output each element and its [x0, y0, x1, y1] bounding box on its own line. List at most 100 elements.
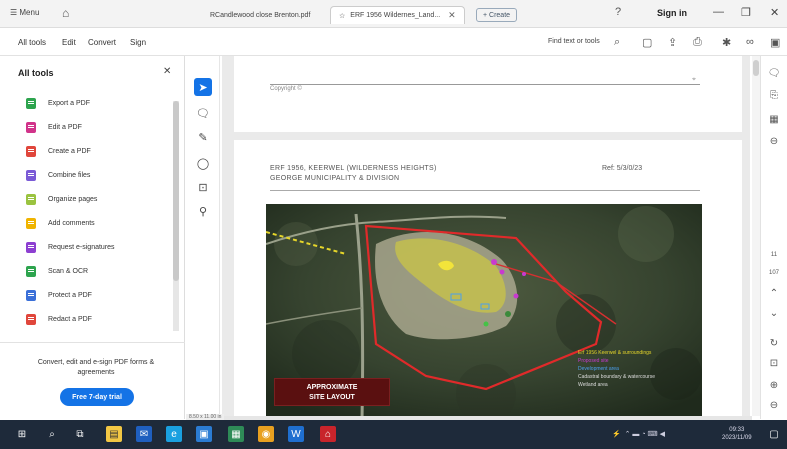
- promo-text: Convert, edit and e-sign PDF forms & agr…: [37, 359, 155, 376]
- star-icon[interactable]: ☆: [339, 12, 345, 20]
- scroll-thumb[interactable]: [753, 60, 759, 76]
- site-layout-label: APPROXIMATE SITE LAYOUT: [274, 378, 390, 406]
- page-view-icon[interactable]: ▢: [642, 36, 652, 49]
- minimize-icon[interactable]: —: [713, 6, 724, 18]
- share-icon[interactable]: ⇪: [668, 36, 677, 49]
- menu-all-tools[interactable]: All tools: [18, 38, 46, 47]
- find-text-button[interactable]: Find text or tools: [548, 38, 600, 45]
- windows-start-icon[interactable]: ⊞: [14, 426, 30, 442]
- attachments-icon[interactable]: ⊖: [767, 136, 781, 147]
- photos-icon[interactable]: ▦: [228, 426, 244, 442]
- file-explorer-icon[interactable]: ▤: [106, 426, 122, 442]
- organize-pages-icon: [26, 193, 36, 205]
- rotate-icon[interactable]: ↻: [767, 338, 781, 349]
- search-icon[interactable]: ⌕: [614, 36, 620, 49]
- tool-add-comments[interactable]: Add comments: [26, 214, 95, 232]
- word-icon[interactable]: W: [288, 426, 304, 442]
- store-icon[interactable]: ▣: [196, 426, 212, 442]
- close-tab-icon[interactable]: ✕: [448, 10, 456, 21]
- select-cursor-icon[interactable]: ➤: [194, 78, 212, 96]
- mail-icon[interactable]: ✉: [136, 426, 152, 442]
- page-count-icon[interactable]: 107: [767, 270, 781, 276]
- tool-create-pdf[interactable]: Create a PDF: [26, 142, 91, 160]
- document-scrollbar[interactable]: [752, 56, 760, 416]
- tab-label: RCandlewood close Brenton.pdf: [210, 11, 311, 19]
- tool-request-esignatures[interactable]: Request e-signatures: [26, 238, 115, 256]
- tool-combine-files[interactable]: Combine files: [26, 166, 90, 184]
- thumbnails-icon[interactable]: ▦: [767, 114, 781, 125]
- highlight-pen-icon[interactable]: ✎: [194, 128, 212, 146]
- tool-label: Scan & OCR: [48, 267, 89, 275]
- tool-organize-pages[interactable]: Organize pages: [26, 190, 97, 208]
- edge-browser-icon[interactable]: e: [166, 426, 182, 442]
- menu-edit[interactable]: Edit: [62, 38, 76, 47]
- search-icon[interactable]: ⌕: [44, 426, 60, 442]
- tool-protect-pdf[interactable]: Protect a PDF: [26, 286, 92, 304]
- menu-convert[interactable]: Convert: [88, 38, 116, 47]
- approx-line-2: SITE LAYOUT: [309, 394, 355, 401]
- page-down-icon[interactable]: ⌄: [767, 308, 781, 319]
- save-icon[interactable]: ▣: [770, 36, 780, 49]
- pdf-page-1: Copyright © ⌖: [234, 56, 742, 132]
- page-up-icon[interactable]: ⌃: [767, 288, 781, 299]
- system-clock[interactable]: 09:33 2023/11/09: [722, 426, 752, 442]
- stamp-icon[interactable]: ⚲: [194, 202, 212, 220]
- tool-scan-ocr[interactable]: Scan & OCR: [26, 262, 88, 280]
- close-pane-icon[interactable]: ✕: [163, 66, 171, 77]
- text-box-icon[interactable]: ⊡: [194, 178, 212, 196]
- comment-panel-icon[interactable]: 🗨: [767, 68, 781, 79]
- clock-time: 09:33: [729, 427, 745, 433]
- tab-label: ERF 1956 Wildernes_Land...: [350, 12, 441, 19]
- free-trial-button[interactable]: Free 7-day trial: [60, 388, 134, 406]
- tool-export-pdf[interactable]: Export a PDF: [26, 94, 90, 112]
- add-comment-icon[interactable]: 🗨: [194, 104, 212, 122]
- zoom-out-icon[interactable]: ⊖: [767, 400, 781, 411]
- aerial-site-map: APPROXIMATE SITE LAYOUT Erf 1956 Keerwel…: [266, 204, 702, 416]
- close-window-icon[interactable]: ✕: [770, 6, 779, 19]
- tools-scrollbar[interactable]: [173, 101, 179, 331]
- tab-document-1[interactable]: RCandlewood close Brenton.pdf: [202, 6, 318, 24]
- ai-assistant-icon[interactable]: ✱: [722, 36, 731, 49]
- windows-taskbar: ⊞ ⌕ ⧉ ▤ ✉ e ▣ ▦ ◉ W ⌂ ⚡ ⌃ ▬ ◔ ⌨ ◀ 09:33 …: [0, 420, 787, 449]
- task-view-icon[interactable]: ⧉: [72, 426, 88, 442]
- notifications-icon[interactable]: ▢: [766, 426, 782, 442]
- quick-tools-bar: ➤ 🗨 ✎ ◯ ⊡ ⚲: [186, 56, 220, 416]
- tool-label: Request e-signatures: [48, 243, 115, 251]
- sign-in-button[interactable]: Sign in: [657, 8, 687, 18]
- zoom-in-icon[interactable]: ⊕: [767, 380, 781, 391]
- link-icon[interactable]: ∞: [746, 36, 754, 48]
- fit-page-icon[interactable]: ⊡: [767, 358, 781, 369]
- municipality-title: GEORGE MUNICIPALITY & DIVISION: [270, 175, 400, 182]
- scroll-thumb[interactable]: [173, 101, 179, 281]
- menu-button[interactable]: ☰ Menu: [10, 8, 39, 17]
- approx-line-1: APPROXIMATE: [306, 384, 358, 391]
- tool-edit-pdf[interactable]: Edit a PDF: [26, 118, 82, 136]
- maximize-icon[interactable]: ❐: [741, 6, 751, 19]
- right-toolbar: 🗨 ⎘ ▦ ⊖ 11 107 ⌃ ⌄ ↻ ⊡ ⊕ ⊖: [760, 56, 787, 419]
- system-tray-icons[interactable]: ⚡ ⌃ ▬ ◔ ⌨ ◀: [612, 430, 665, 438]
- menu-sign[interactable]: Sign: [130, 38, 146, 47]
- chrome-icon[interactable]: ◉: [258, 426, 274, 442]
- bookmark-icon[interactable]: ⎘: [767, 90, 781, 101]
- help-icon[interactable]: ?: [615, 6, 621, 18]
- print-icon[interactable]: ⎙: [693, 36, 702, 49]
- all-tools-pane: All tools ✕ Export a PDF Edit a PDF Crea…: [0, 56, 185, 419]
- header-rule: [270, 190, 700, 191]
- acrobat-icon[interactable]: ⌂: [320, 426, 336, 442]
- tool-label: Create a PDF: [48, 147, 91, 155]
- erf-title: ERF 1956, KEERWEL (WILDERNESS HEIGHTS): [270, 165, 437, 172]
- scan-ocr-icon: [26, 265, 36, 277]
- document-viewer[interactable]: Copyright © ⌖ ERF 1956, KEERWEL (WILDERN…: [222, 56, 750, 416]
- edit-pdf-icon: [26, 121, 36, 133]
- page-number-icon[interactable]: 11: [767, 252, 781, 258]
- tab-document-2[interactable]: ☆ ERF 1956 Wildernes_Land... ✕: [330, 6, 465, 24]
- create-pdf-icon: [26, 145, 36, 157]
- tool-redact-pdf[interactable]: Redact a PDF: [26, 310, 92, 328]
- new-tab-button[interactable]: + Create: [476, 8, 518, 22]
- draw-shape-icon[interactable]: ◯: [194, 154, 212, 172]
- tool-label: Organize pages: [48, 195, 98, 203]
- divider: [0, 342, 185, 343]
- home-icon[interactable]: ⌂: [62, 6, 69, 20]
- export-pdf-icon: [26, 97, 36, 109]
- combine-files-icon: [26, 169, 36, 181]
